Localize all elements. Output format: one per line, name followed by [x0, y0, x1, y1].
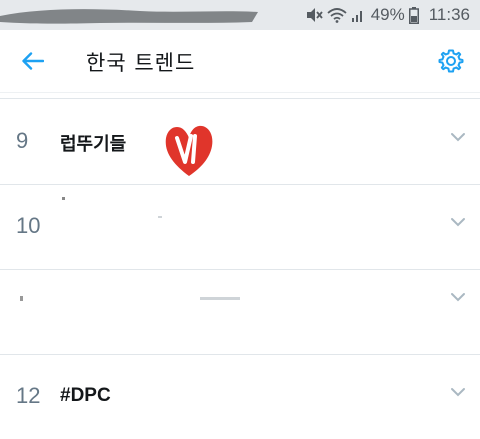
mute-icon	[306, 8, 323, 22]
trend-row[interactable]: 10	[0, 185, 480, 270]
trend-row[interactable]	[0, 270, 480, 355]
signal-icon	[351, 11, 362, 22]
redaction-mark	[200, 297, 240, 300]
trend-row[interactable]: 12 #DPC	[0, 355, 480, 439]
chevron-down-icon[interactable]	[450, 215, 466, 229]
trend-rank: 12	[16, 383, 41, 408]
header-divider	[0, 92, 480, 99]
gear-icon	[438, 49, 464, 73]
trend-name: 럽뚜기들	[60, 134, 127, 155]
chevron-down-icon[interactable]	[450, 130, 466, 144]
arrow-left-icon	[22, 52, 44, 70]
trend-rank: 10	[16, 213, 41, 238]
redaction-scribble	[0, 9, 258, 24]
wifi-icon	[327, 8, 347, 23]
redaction-mark	[20, 296, 23, 301]
trend-rank: 9	[16, 128, 29, 153]
settings-button[interactable]	[436, 46, 466, 76]
app-header: 한국 트렌드	[0, 30, 480, 92]
battery-percent: 49%	[370, 5, 405, 24]
redaction-mark	[158, 216, 162, 218]
status-icons: 49% 11:36	[305, 4, 470, 26]
battery-icon	[408, 6, 419, 24]
back-button[interactable]	[18, 46, 48, 76]
chevron-down-icon[interactable]	[450, 385, 466, 399]
status-time: 11:36	[428, 5, 470, 24]
trend-list: 9 럽뚜기들 10 12 #DPC	[0, 100, 480, 439]
chevron-down-icon[interactable]	[450, 290, 466, 304]
status-bar: 49% 11:36	[0, 0, 480, 30]
trend-row[interactable]: 9 럽뚜기들	[0, 100, 480, 185]
page-title: 한국 트렌드	[86, 51, 196, 75]
heart-icon	[165, 125, 213, 176]
redaction-mark	[62, 197, 65, 200]
trend-name: #DPC	[60, 385, 111, 406]
